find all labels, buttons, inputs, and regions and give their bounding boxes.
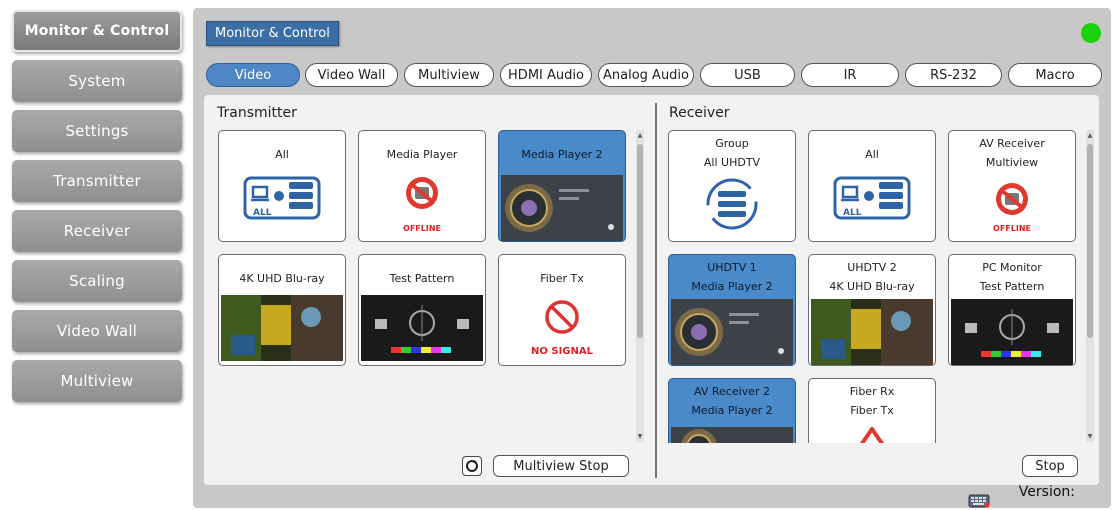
tile-label: AV Receiver	[979, 137, 1045, 150]
tab-macro[interactable]: Macro	[1008, 63, 1102, 87]
sidebar: Monitor & Control System Settings Transm…	[0, 0, 190, 510]
rx-tile-uhdtv-2[interactable]: UHDTV 2 4K UHD Blu-ray	[808, 254, 936, 366]
tile-label: Test Pattern	[389, 272, 455, 285]
tile-sublabel: Test Pattern	[979, 280, 1045, 293]
tab-video[interactable]: Video	[206, 63, 300, 87]
tile-label: All	[275, 148, 289, 161]
receiver-section-label: Receiver	[669, 105, 730, 121]
transmitter-scrollbar[interactable]: ▲ ▼	[636, 130, 644, 442]
warning-icon	[859, 427, 885, 443]
tx-tile-fiber-tx[interactable]: Fiber Tx NO SIGNAL	[498, 254, 626, 366]
tile-sublabel: 4K UHD Blu-ray	[829, 280, 915, 293]
all-badge-label: ALL	[253, 208, 272, 218]
version-label: Version:	[1018, 484, 1075, 500]
sidebar-item-scaling[interactable]: Scaling	[12, 260, 182, 302]
tab-analog-audio[interactable]: Analog Audio	[598, 63, 694, 87]
test-pattern-thumbnail	[951, 299, 1073, 365]
tile-label: UHDTV 1	[707, 261, 757, 274]
keyboard-icon[interactable]	[968, 494, 990, 508]
group-sync-icon	[706, 178, 758, 230]
no-signal-icon	[545, 300, 579, 334]
sidebar-item-receiver[interactable]: Receiver	[12, 210, 182, 252]
tile-label: 4K UHD Blu-ray	[239, 272, 325, 285]
scroll-up-arrow-icon[interactable]: ▲	[636, 132, 644, 139]
tile-label: Fiber Rx	[849, 385, 895, 398]
rx-tile-av-receiver-2[interactable]: AV Receiver 2 Media Player 2	[668, 378, 796, 443]
section-divider	[655, 103, 657, 478]
sidebar-item-monitor-control[interactable]: Monitor & Control	[12, 10, 182, 52]
tile-sublabel: Media Player 2	[691, 280, 773, 293]
receiver-scrollbar[interactable]: ▲ ▼	[1086, 130, 1094, 442]
sidebar-item-system[interactable]: System	[12, 60, 182, 102]
tab-rs232[interactable]: RS-232	[905, 63, 1002, 87]
all-badge-label: ALL	[843, 208, 862, 218]
rx-tile-uhdtv-1[interactable]: UHDTV 1 Media Player 2	[668, 254, 796, 366]
tx-tile-all[interactable]: All ALL	[218, 130, 346, 242]
tab-video-wall[interactable]: Video Wall	[305, 63, 398, 87]
sidebar-item-transmitter[interactable]: Transmitter	[12, 160, 182, 202]
tile-label: AV Receiver 2	[694, 385, 770, 398]
sidebar-item-multiview[interactable]: Multiview	[12, 360, 182, 402]
status-indicator-icon	[1081, 23, 1101, 43]
tile-sublabel: All UHDTV	[703, 156, 761, 169]
offline-icon	[406, 177, 438, 209]
offline-status-label: OFFLINE	[403, 224, 441, 233]
all-devices-icon: ALL	[243, 176, 321, 220]
main-panel: Monitor & Control Video Video Wall Multi…	[193, 8, 1111, 508]
all-devices-icon: ALL	[833, 176, 911, 220]
video-thumbnail	[811, 299, 933, 365]
scroll-thumb[interactable]	[637, 144, 643, 338]
stop-button[interactable]: Stop	[1022, 455, 1078, 477]
tile-sublabel: Media Player 2	[691, 404, 773, 417]
rx-tile-fiber-rx[interactable]: Fiber Rx Fiber Tx	[808, 378, 936, 443]
scroll-up-arrow-icon[interactable]: ▲	[1086, 132, 1094, 139]
rx-tile-all[interactable]: All ALL	[808, 130, 936, 242]
tx-tile-test-pattern[interactable]: Test Pattern	[358, 254, 486, 366]
refresh-icon	[466, 460, 478, 472]
tile-label: Fiber Tx	[540, 272, 584, 285]
tile-label: Media Player 2	[521, 148, 603, 161]
refresh-button[interactable]	[462, 456, 482, 476]
test-pattern-thumbnail	[361, 295, 483, 361]
video-thumbnail	[671, 427, 793, 443]
rx-tile-pc-monitor[interactable]: PC Monitor Test Pattern	[948, 254, 1076, 366]
tx-tile-media-player[interactable]: Media Player OFFLINE	[358, 130, 486, 242]
offline-status-label: OFFLINE	[993, 224, 1031, 233]
tile-label: UHDTV 2	[847, 261, 897, 274]
tab-multiview[interactable]: Multiview	[404, 63, 494, 87]
sidebar-item-video-wall[interactable]: Video Wall	[12, 310, 182, 352]
video-thumbnail	[671, 299, 793, 365]
tab-ir[interactable]: IR	[801, 63, 899, 87]
tile-label: Media Player	[386, 148, 458, 161]
tile-label: All	[865, 148, 879, 161]
no-signal-status-label: NO SIGNAL	[531, 346, 593, 357]
scroll-down-arrow-icon[interactable]: ▼	[1086, 433, 1094, 440]
tile-sublabel: Multiview	[985, 156, 1039, 169]
tx-tile-4k-uhd-bluray[interactable]: 4K UHD Blu-ray	[218, 254, 346, 366]
tile-sublabel: Fiber Tx	[850, 404, 894, 417]
video-thumbnail	[221, 295, 343, 361]
rx-tile-group-all-uhdtv[interactable]: Group All UHDTV	[668, 130, 796, 242]
rx-tile-av-receiver[interactable]: AV Receiver Multiview OFFLINE	[948, 130, 1076, 242]
sidebar-item-settings[interactable]: Settings	[12, 110, 182, 152]
video-thumbnail	[501, 175, 623, 241]
transmitter-section-label: Transmitter	[217, 105, 297, 121]
tab-usb[interactable]: USB	[700, 63, 795, 87]
multiview-stop-button[interactable]: Multiview Stop	[493, 455, 629, 477]
tile-label: Group	[715, 137, 749, 150]
tx-tile-media-player-2[interactable]: Media Player 2	[498, 130, 626, 242]
scroll-thumb[interactable]	[1087, 144, 1093, 338]
scroll-down-arrow-icon[interactable]: ▼	[636, 433, 644, 440]
routing-content: Transmitter All ALL Media Player OFFLINE…	[204, 95, 1099, 485]
tab-hdmi-audio[interactable]: HDMI Audio	[500, 63, 592, 87]
offline-icon	[996, 183, 1028, 215]
tile-label: PC Monitor	[982, 261, 1042, 274]
page-title: Monitor & Control	[206, 21, 339, 46]
